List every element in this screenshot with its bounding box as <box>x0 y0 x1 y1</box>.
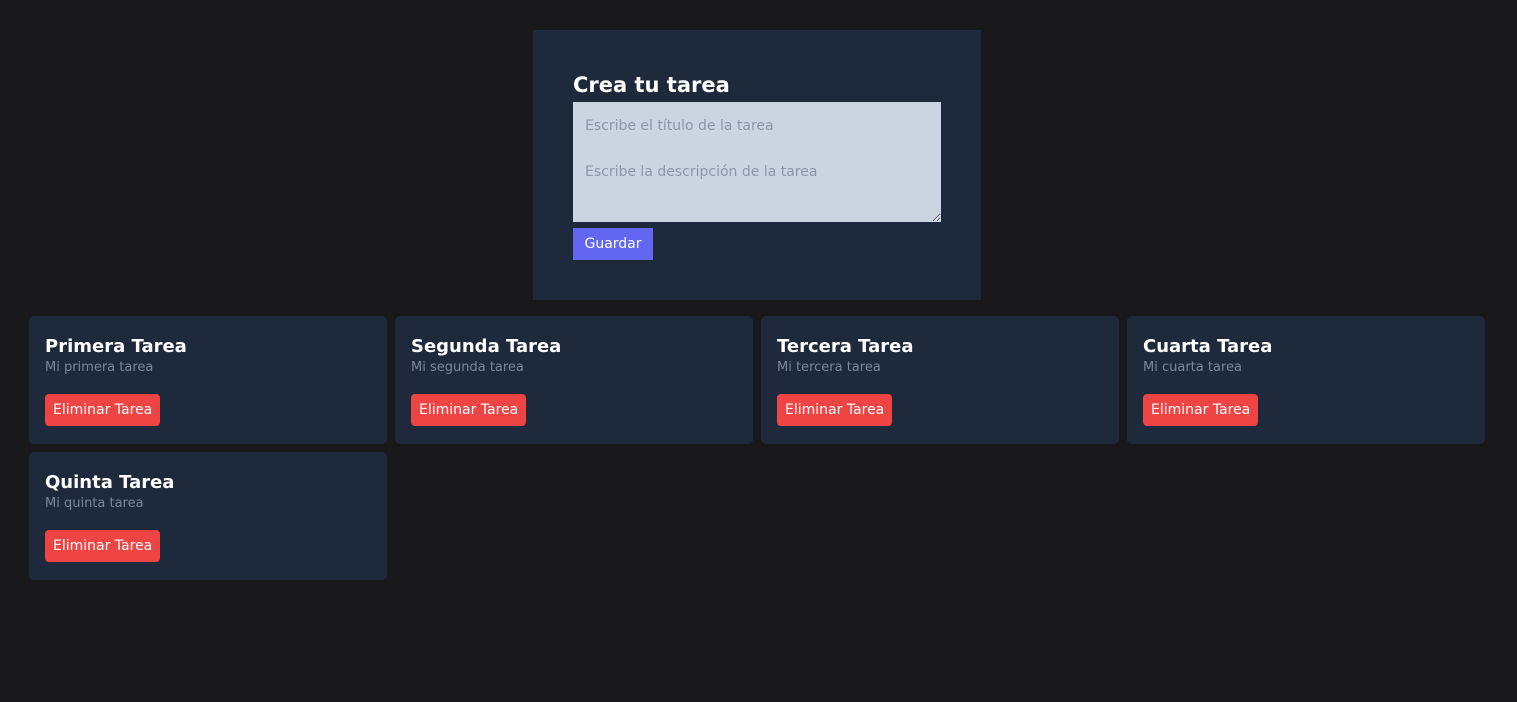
task-card: Segunda Tarea Mi segunda tarea Eliminar … <box>395 316 753 444</box>
task-card: Tercera Tarea Mi tercera tarea Eliminar … <box>761 316 1119 444</box>
task-description: Mi primera tarea <box>45 360 154 375</box>
save-button[interactable]: Guardar <box>573 228 653 260</box>
task-card: Cuarta Tarea Mi cuarta tarea Eliminar Ta… <box>1127 316 1485 444</box>
task-description: Mi segunda tarea <box>411 360 524 375</box>
task-form: Crea tu tarea Guardar <box>533 30 981 300</box>
task-title: Cuarta Tarea <box>1143 336 1273 357</box>
task-title-input[interactable] <box>573 102 941 150</box>
delete-task-button[interactable]: Eliminar Tarea <box>777 394 893 426</box>
task-description: Mi cuarta tarea <box>1143 360 1242 375</box>
task-description-textarea[interactable] <box>573 150 941 222</box>
task-list: Primera Tarea Mi primera tarea Eliminar … <box>29 316 1485 580</box>
delete-task-button[interactable]: Eliminar Tarea <box>45 394 161 426</box>
task-title: Tercera Tarea <box>777 336 914 357</box>
delete-task-button[interactable]: Eliminar Tarea <box>1143 394 1259 426</box>
delete-task-button[interactable]: Eliminar Tarea <box>411 394 527 426</box>
delete-task-button[interactable]: Eliminar Tarea <box>45 530 161 562</box>
task-title: Quinta Tarea <box>45 472 175 493</box>
task-title: Segunda Tarea <box>411 336 562 357</box>
form-heading: Crea tu tarea <box>573 73 730 97</box>
task-description: Mi tercera tarea <box>777 360 881 375</box>
task-card: Quinta Tarea Mi quinta tarea Eliminar Ta… <box>29 452 387 580</box>
task-card: Primera Tarea Mi primera tarea Eliminar … <box>29 316 387 444</box>
form-fields <box>573 102 941 222</box>
task-title: Primera Tarea <box>45 336 187 357</box>
task-description: Mi quinta tarea <box>45 496 144 511</box>
